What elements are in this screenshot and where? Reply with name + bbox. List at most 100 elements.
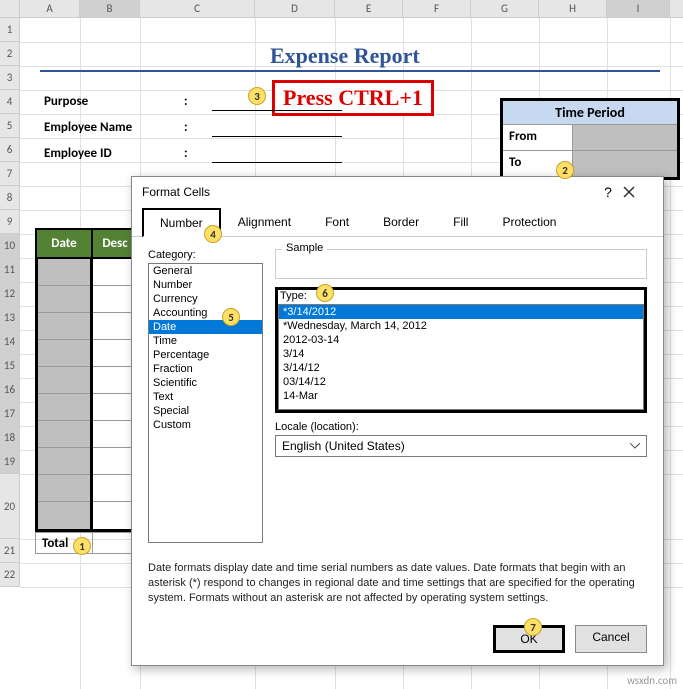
column-header[interactable]: B	[80, 0, 140, 17]
type-item[interactable]: 14-Mar	[279, 389, 643, 403]
type-list[interactable]: *3/14/2012*Wednesday, March 14, 20122012…	[278, 304, 644, 410]
category-item[interactable]: Time	[149, 334, 262, 348]
time-period-from-row: From	[503, 125, 677, 151]
tab-protection[interactable]: Protection	[485, 208, 573, 237]
close-button[interactable]	[623, 186, 653, 198]
category-item[interactable]: Percentage	[149, 348, 262, 362]
column-header[interactable]: F	[403, 0, 471, 17]
type-item[interactable]: 3/14/12	[279, 361, 643, 375]
type-item[interactable]: *Wednesday, March 14, 2012	[279, 319, 643, 333]
row-header[interactable]: 10	[0, 234, 20, 258]
row-header[interactable]: 1	[0, 18, 20, 42]
row-header[interactable]: 17	[0, 402, 20, 426]
date-cell[interactable]	[38, 340, 90, 367]
row-header[interactable]: 3	[0, 66, 20, 90]
from-value[interactable]	[573, 125, 677, 150]
help-button[interactable]: ?	[593, 184, 623, 200]
desc-cell[interactable]	[93, 502, 136, 529]
row-header[interactable]: 12	[0, 282, 20, 306]
row-header[interactable]: 9	[0, 210, 20, 234]
desc-cell[interactable]	[93, 421, 136, 448]
column-header[interactable]: H	[539, 0, 607, 17]
row-header[interactable]: 20	[0, 474, 20, 539]
row-header[interactable]: 18	[0, 426, 20, 450]
date-cell[interactable]	[38, 475, 90, 502]
column-header[interactable]: E	[335, 0, 403, 17]
dialog-title-text: Format Cells	[142, 185, 593, 199]
row-header[interactable]: 21	[0, 539, 20, 563]
time-period-to-row: To	[503, 151, 677, 177]
column-header[interactable]: I	[607, 0, 670, 17]
time-period-header: Time Period	[503, 101, 677, 125]
date-cell[interactable]	[38, 367, 90, 394]
row-header[interactable]: 7	[0, 162, 20, 186]
date-cells[interactable]	[35, 259, 93, 532]
desc-cell[interactable]	[93, 313, 136, 340]
date-cell[interactable]	[38, 286, 90, 313]
column-header[interactable]: D	[255, 0, 335, 17]
date-cell[interactable]	[38, 502, 90, 529]
row-header[interactable]: 16	[0, 378, 20, 402]
dialog-titlebar[interactable]: Format Cells ?	[132, 177, 663, 207]
row-header[interactable]: 11	[0, 258, 20, 282]
row-header[interactable]: 8	[0, 186, 20, 210]
category-item[interactable]: Accounting	[149, 306, 262, 320]
annotation-circle-1: 1	[73, 537, 91, 555]
desc-cell[interactable]	[93, 394, 136, 421]
column-header[interactable]: A	[20, 0, 80, 17]
annotation-circle-4: 4	[204, 225, 222, 243]
type-box: Type: *3/14/2012*Wednesday, March 14, 20…	[275, 287, 647, 413]
desc-cell[interactable]	[93, 340, 136, 367]
row-header[interactable]: 5	[0, 114, 20, 138]
category-item[interactable]: Custom	[149, 418, 262, 432]
row-header[interactable]: 19	[0, 450, 20, 474]
locale-select[interactable]: English (United States)	[275, 435, 647, 457]
close-icon	[623, 186, 635, 198]
tab-fill[interactable]: Fill	[436, 208, 485, 237]
date-cell[interactable]	[38, 394, 90, 421]
desc-cell[interactable]	[93, 367, 136, 394]
desc-cell[interactable]	[93, 475, 136, 502]
row-header[interactable]: 6	[0, 138, 20, 162]
row-header[interactable]: 2	[0, 42, 20, 66]
row-header[interactable]: 22	[0, 563, 20, 587]
watermark: wsxdn.com	[627, 674, 677, 687]
row-header[interactable]: 4	[0, 90, 20, 114]
desc-cell[interactable]	[93, 448, 136, 475]
category-item[interactable]: Scientific	[149, 376, 262, 390]
data-header-row: Date Desc	[35, 228, 139, 259]
category-item[interactable]: Number	[149, 278, 262, 292]
category-item[interactable]: Date	[149, 320, 262, 334]
tab-border[interactable]: Border	[366, 208, 436, 237]
type-item[interactable]: 2012-03-14	[279, 333, 643, 347]
row-header[interactable]: 14	[0, 330, 20, 354]
date-cell[interactable]	[38, 448, 90, 475]
empid-underline	[212, 162, 342, 163]
category-item[interactable]: Text	[149, 390, 262, 404]
row-header[interactable]: 15	[0, 354, 20, 378]
category-list[interactable]: GeneralNumberCurrencyAccountingDateTimeP…	[148, 263, 263, 543]
annotation-circle-6: 6	[316, 284, 334, 302]
category-item[interactable]: Fraction	[149, 362, 262, 376]
type-item[interactable]: *3/14/2012	[279, 305, 643, 319]
tab-font[interactable]: Font	[308, 208, 366, 237]
category-label: Category:	[148, 249, 263, 261]
column-header[interactable]: C	[140, 0, 255, 17]
type-item[interactable]: 03/14/12	[279, 375, 643, 389]
desc-cell[interactable]	[93, 286, 136, 313]
column-header[interactable]: G	[471, 0, 539, 17]
date-cell[interactable]	[38, 421, 90, 448]
date-cell[interactable]	[38, 313, 90, 340]
category-item[interactable]: Currency	[149, 292, 262, 306]
row-header[interactable]: 13	[0, 306, 20, 330]
cancel-button[interactable]: Cancel	[575, 625, 647, 653]
to-value[interactable]	[573, 151, 677, 177]
desc-cell[interactable]	[93, 259, 136, 286]
category-item[interactable]: Special	[149, 404, 262, 418]
date-cell[interactable]	[38, 259, 90, 286]
locale-value: English (United States)	[282, 439, 405, 453]
empname-underline	[212, 136, 342, 137]
type-item[interactable]: 3/14	[279, 347, 643, 361]
tab-alignment[interactable]: Alignment	[221, 208, 308, 237]
category-item[interactable]: General	[149, 264, 262, 278]
